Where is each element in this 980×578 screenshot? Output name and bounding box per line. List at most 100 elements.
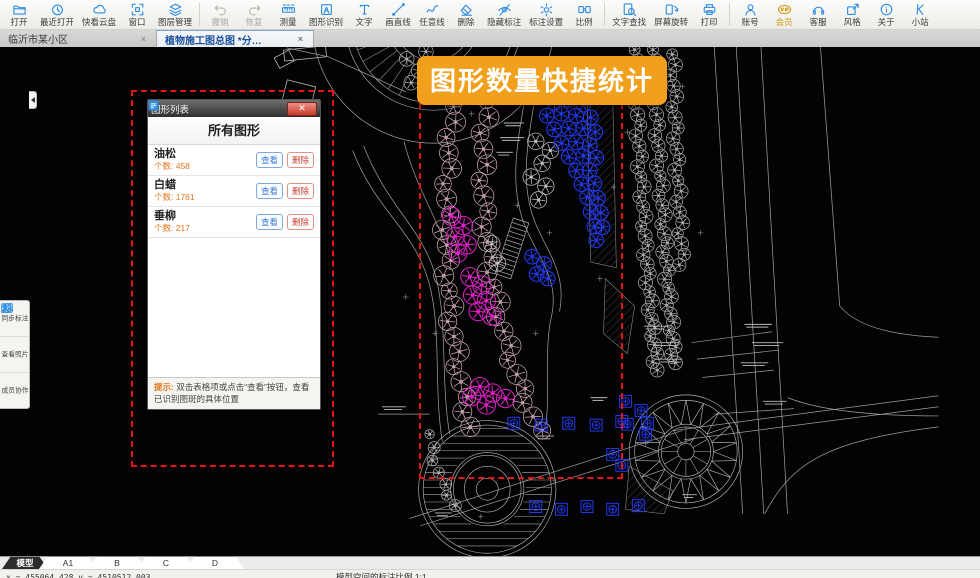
toolbar-label: 比例 bbox=[576, 17, 593, 28]
panel-collapse-arrow[interactable] bbox=[29, 91, 37, 109]
headset-icon bbox=[811, 2, 826, 17]
graphics-list-row[interactable]: 油松 个数: 458 查看 删除 bbox=[148, 145, 320, 176]
hide-icon bbox=[497, 2, 512, 17]
layout-tab-B[interactable]: B bbox=[88, 556, 146, 569]
toolbar-separator bbox=[199, 3, 200, 26]
toolbar-label: 风格 bbox=[844, 17, 861, 28]
toolbar-eraser-button[interactable]: 删除 bbox=[449, 0, 483, 29]
doc-tab-2[interactable]: 植物施工图总图 *分… × bbox=[157, 30, 314, 47]
gear-icon bbox=[539, 2, 554, 17]
sidepanel-label: 同步标注 bbox=[1, 314, 28, 324]
toolbar-label: 关于 bbox=[878, 17, 895, 28]
row-info: 油松 个数: 458 bbox=[154, 148, 252, 172]
sidepanel-photo-button[interactable]: 查看照片 bbox=[0, 337, 29, 373]
toolbar-hide-button[interactable]: 隐藏标注 bbox=[483, 0, 525, 29]
toolbar-label: 窗口 bbox=[129, 17, 146, 28]
toolbar-freeline-button[interactable]: 任意线 bbox=[415, 0, 449, 29]
line-icon bbox=[391, 2, 406, 17]
sidepanel-team-button[interactable]: 成员协作 bbox=[0, 373, 29, 408]
toolbar-group: 文字查找屏幕旋转打印 bbox=[608, 0, 726, 29]
toolbar-label: 测量 bbox=[280, 17, 297, 28]
k-icon bbox=[913, 2, 928, 17]
layout-tab-A1[interactable]: A1 bbox=[39, 556, 97, 569]
toolbar-text-button[interactable]: 文字 bbox=[347, 0, 381, 29]
toolbar-label: 打印 bbox=[701, 17, 718, 28]
toolbar-folder-button[interactable]: 打开 bbox=[2, 0, 36, 29]
plant-name: 垂柳 bbox=[154, 210, 252, 223]
toolbar-line-button[interactable]: 画直线 bbox=[381, 0, 415, 29]
freeline-icon bbox=[425, 2, 440, 17]
row-info: 白蜡 个数: 1761 bbox=[154, 179, 252, 203]
dialog-title: 图形列表 bbox=[151, 102, 283, 116]
delete-button[interactable]: 删除 bbox=[287, 214, 314, 230]
close-icon[interactable]: ✕ bbox=[287, 102, 317, 116]
highlight-rect-selection bbox=[419, 103, 623, 479]
search-icon bbox=[622, 2, 637, 17]
toolbar-label: 小站 bbox=[912, 17, 929, 28]
toolbar-cloud-button[interactable]: 快看云盘 bbox=[78, 0, 120, 29]
plant-count: 个数: 1761 bbox=[154, 192, 252, 203]
cad-canvas[interactable]: 图形数量快捷统计 图形列表 ✕ 所有图形 油松 个数: 458 查看 删除 白蜡… bbox=[0, 47, 980, 556]
graphics-list-row[interactable]: 白蜡 个数: 1761 查看 删除 bbox=[148, 176, 320, 207]
text-icon bbox=[357, 2, 372, 17]
view-button[interactable]: 查看 bbox=[256, 183, 283, 199]
window-icon bbox=[130, 2, 145, 17]
status-bar: x = 455064.428 y = 4510512.003 模型空间的标注比例… bbox=[0, 569, 980, 578]
toolbar-window-button[interactable]: 窗口 bbox=[120, 0, 154, 29]
toolbar-label: 图形识别 bbox=[309, 17, 343, 28]
toolbar-headset-button[interactable]: 客服 bbox=[801, 0, 835, 29]
doc-tab-1[interactable]: 临沂市某小区 × bbox=[0, 30, 157, 47]
toolbar-layers-button[interactable]: 图层管理 bbox=[154, 0, 196, 29]
toolbar-gear-button[interactable]: 标注设置 bbox=[525, 0, 567, 29]
toolbar-ratio-button[interactable]: 比例 bbox=[567, 0, 601, 29]
toolbar-label: 删除 bbox=[458, 17, 475, 28]
toolbar-k-button[interactable]: 小站 bbox=[903, 0, 937, 29]
team-icon bbox=[0, 301, 14, 315]
doc-tab-label: 临沂市某小区 bbox=[8, 31, 68, 46]
toolbar-rotate-button[interactable]: 屏幕旋转 bbox=[650, 0, 692, 29]
document-tabs: 临沂市某小区 × 植物施工图总图 *分… × bbox=[0, 30, 980, 47]
doc-tab-label: 植物施工图总图 *分… bbox=[165, 32, 262, 47]
redo-icon bbox=[247, 2, 262, 17]
tab-close-icon[interactable]: × bbox=[296, 34, 305, 44]
toolbar-ruler-button[interactable]: 测量 bbox=[271, 0, 305, 29]
side-panel: 同步标注查看照片成员协作 bbox=[0, 300, 30, 409]
ratio-icon bbox=[577, 2, 592, 17]
toolbar-label: 客服 bbox=[810, 17, 827, 28]
view-button[interactable]: 查看 bbox=[256, 152, 283, 168]
dialog-titlebar[interactable]: 图形列表 ✕ bbox=[148, 100, 320, 117]
toolbar-clock-button[interactable]: 最近打开 bbox=[36, 0, 78, 29]
toolbar-print-button[interactable]: 打印 bbox=[692, 0, 726, 29]
toolbar-ocr-button[interactable]: 图形识别 bbox=[305, 0, 347, 29]
delete-button[interactable]: 删除 bbox=[287, 152, 314, 168]
layout-tab-D[interactable]: D bbox=[186, 556, 244, 569]
toolbar-label: 文字查找 bbox=[612, 17, 646, 28]
delete-button[interactable]: 删除 bbox=[287, 183, 314, 199]
toolbar-group: 撤销恢复测量 图形识别 文字 画直线任意线 删除隐藏标注标注设置比例 bbox=[203, 0, 601, 29]
print-icon bbox=[702, 2, 717, 17]
annotation-scale: 模型空间的标注比例 1:1 bbox=[336, 572, 427, 578]
user-icon bbox=[743, 2, 758, 17]
toolbar-group: 账号会员客服 风格 关于 小站 bbox=[733, 0, 937, 29]
view-button[interactable]: 查看 bbox=[256, 214, 283, 230]
app-logo-icon bbox=[148, 100, 159, 111]
toolbar-search-button[interactable]: 文字查找 bbox=[608, 0, 650, 29]
cloud-icon bbox=[92, 2, 107, 17]
layout-tab-C[interactable]: C bbox=[137, 556, 195, 569]
toolbar-vip-button[interactable]: 会员 bbox=[767, 0, 801, 29]
hint-prefix: 提示: bbox=[154, 382, 174, 392]
toolbar-label: 任意线 bbox=[419, 17, 445, 28]
toolbar-user-button[interactable]: 账号 bbox=[733, 0, 767, 29]
toolbar-style-button[interactable]: 风格 bbox=[835, 0, 869, 29]
sidepanel-label: 查看照片 bbox=[1, 350, 28, 360]
toolbar-undo-button: 撤销 bbox=[203, 0, 237, 29]
toolbar-label: 文字 bbox=[356, 17, 373, 28]
graphics-list-row[interactable]: 垂柳 个数: 217 查看 删除 bbox=[148, 207, 320, 238]
toolbar-redo-button: 恢复 bbox=[237, 0, 271, 29]
plant-count: 个数: 217 bbox=[154, 223, 252, 234]
toolbar-label: 画直线 bbox=[385, 17, 411, 28]
dialog-hint: 提示: 双击表格项或点击“查看”按钮，查看已识别图斑的具体位置 bbox=[148, 377, 320, 409]
graphics-list-dialog: 图形列表 ✕ 所有图形 油松 个数: 458 查看 删除 白蜡 个数: 1761… bbox=[147, 99, 321, 410]
tab-close-icon[interactable]: × bbox=[139, 34, 148, 44]
toolbar-info-button[interactable]: 关于 bbox=[869, 0, 903, 29]
